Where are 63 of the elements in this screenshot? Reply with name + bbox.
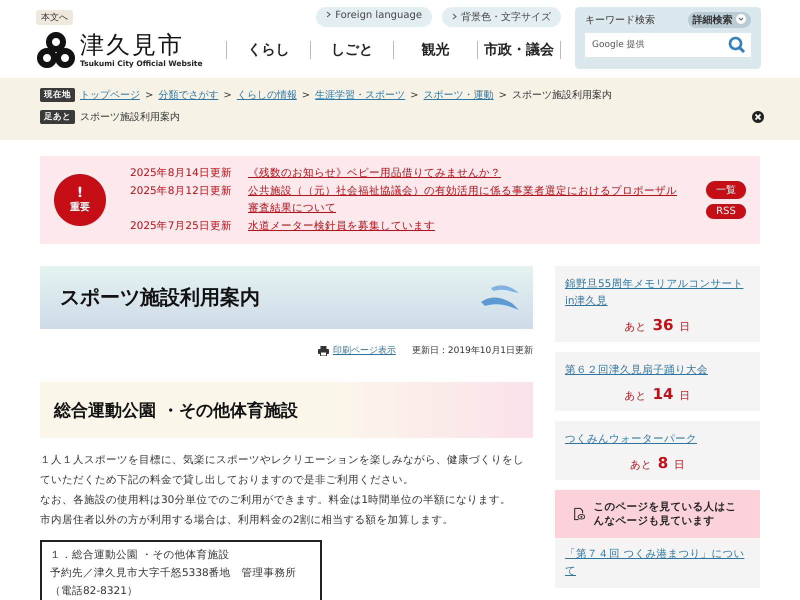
related-pages-heading: このページを見ている人はこんなページも見ています: [593, 500, 738, 528]
utility-link[interactable]: Foreign language: [316, 7, 432, 27]
breadcrumb-link[interactable]: 分類でさがす: [158, 88, 218, 102]
footprint-label: 足あと: [40, 110, 75, 124]
countdown-unit: 日: [674, 458, 686, 472]
info-text: 予約先／津久見市大字千怒5338番地 管理事務所（電話82-8321）: [50, 566, 298, 599]
section-title: 総合運動公園 ・その他体育施設: [54, 400, 298, 422]
body-paragraph: １人１人スポーツを目標に、気楽にスポーツやレクリエーションを楽しみながら、健康づくりをしていただくため下記の料金で貸し出しておりますので是非ご利用ください。: [40, 453, 525, 488]
chevron-icon: [452, 13, 457, 20]
notice-link[interactable]: 《残数のお知らせ》ベビー用品借りてみませんか？: [248, 165, 501, 182]
notice-link[interactable]: 水道メーター検針員を募集しています: [248, 218, 435, 235]
notice-button[interactable]: 一覧: [706, 181, 746, 199]
breadcrumb-label: 現在地: [40, 88, 75, 102]
advanced-search-button[interactable]: 詳細検索: [688, 12, 751, 28]
breadcrumb-separator: >: [498, 90, 507, 100]
breadcrumb-separator: >: [145, 90, 154, 100]
notice-button[interactable]: RSS: [706, 204, 746, 219]
breadcrumb-current: スポーツ施設利用案内: [512, 88, 612, 102]
utility-link[interactable]: 背景色・文字サイズ: [442, 7, 561, 27]
search-label: キーワード検索: [585, 14, 655, 27]
breadcrumb-link[interactable]: くらしの情報: [236, 88, 297, 102]
notice-link[interactable]: 公共施設（（元）社会福祉協議会）の有効活用に係る事業者選定におけるプロポーザル審査結果について: [248, 183, 686, 217]
footprint-item[interactable]: スポーツ施設利用案内: [80, 110, 180, 124]
breadcrumb-link[interactable]: 生涯学習・スポーツ: [315, 88, 406, 102]
city-logo-icon: [36, 31, 76, 69]
notice-date: 2025年8月12日更新: [130, 184, 233, 199]
printer-icon: [318, 346, 329, 356]
body-paragraph: 市内居住者以外の方が利用する場合は、利用料金の2割に相当する額を加算します。: [40, 513, 455, 528]
close-icon[interactable]: [752, 111, 764, 123]
countdown-days: 14: [652, 385, 674, 403]
countdown-days: 36: [652, 316, 674, 334]
nav-item[interactable]: くらし: [226, 41, 310, 59]
body-paragraph: なお、各施設の使用料は30分単位でのご利用ができます。料金は1時間単位の半額になります。: [40, 493, 512, 508]
breadcrumb-link[interactable]: スポーツ・運動: [424, 88, 494, 102]
countdown-unit: 日: [679, 320, 690, 334]
countdown-days: 8: [658, 454, 668, 472]
countdown-unit: 日: [679, 389, 690, 403]
countdown-prefix: あと: [624, 389, 647, 403]
info-text: １．総合運動公園 ・その他体育施設: [50, 548, 230, 563]
countdown-prefix: あと: [624, 320, 647, 334]
notice-date: 2025年8月14日更新: [130, 166, 233, 181]
notice-date: 2025年7月25日更新: [130, 219, 233, 234]
nav-item[interactable]: 市政・議会: [476, 41, 561, 59]
breadcrumb-separator: >: [410, 90, 419, 100]
site-name[interactable]: 津久見市: [80, 32, 203, 59]
skip-link[interactable]: 本文へ: [36, 10, 73, 25]
page-title: スポーツ施設利用案内: [60, 284, 260, 311]
nav-item[interactable]: しごと: [310, 41, 393, 59]
updated-date: 更新日：2019年10月1日更新: [412, 344, 533, 357]
search-field[interactable]: Google 提供: [585, 33, 751, 57]
chevron-down-icon: [736, 14, 746, 24]
chevron-icon: [326, 11, 332, 18]
breadcrumb-separator: >: [302, 90, 310, 100]
print-link[interactable]: 印刷ページ表示: [332, 344, 396, 357]
event-link[interactable]: 錦野旦55周年メモリアルコンサートin津久見: [565, 276, 750, 310]
event-link[interactable]: 第６２回津久見扇子踊り大会: [565, 362, 750, 379]
breadcrumb-link[interactable]: トップページ: [80, 88, 140, 102]
important-badge: ! 重要: [54, 174, 106, 226]
breadcrumb-separator: >: [223, 90, 232, 100]
nav-item[interactable]: 観光: [393, 41, 476, 59]
event-link[interactable]: つくみんウォーターパーク: [565, 431, 750, 448]
search-icon[interactable]: [728, 36, 746, 54]
countdown-prefix: あと: [630, 458, 652, 472]
